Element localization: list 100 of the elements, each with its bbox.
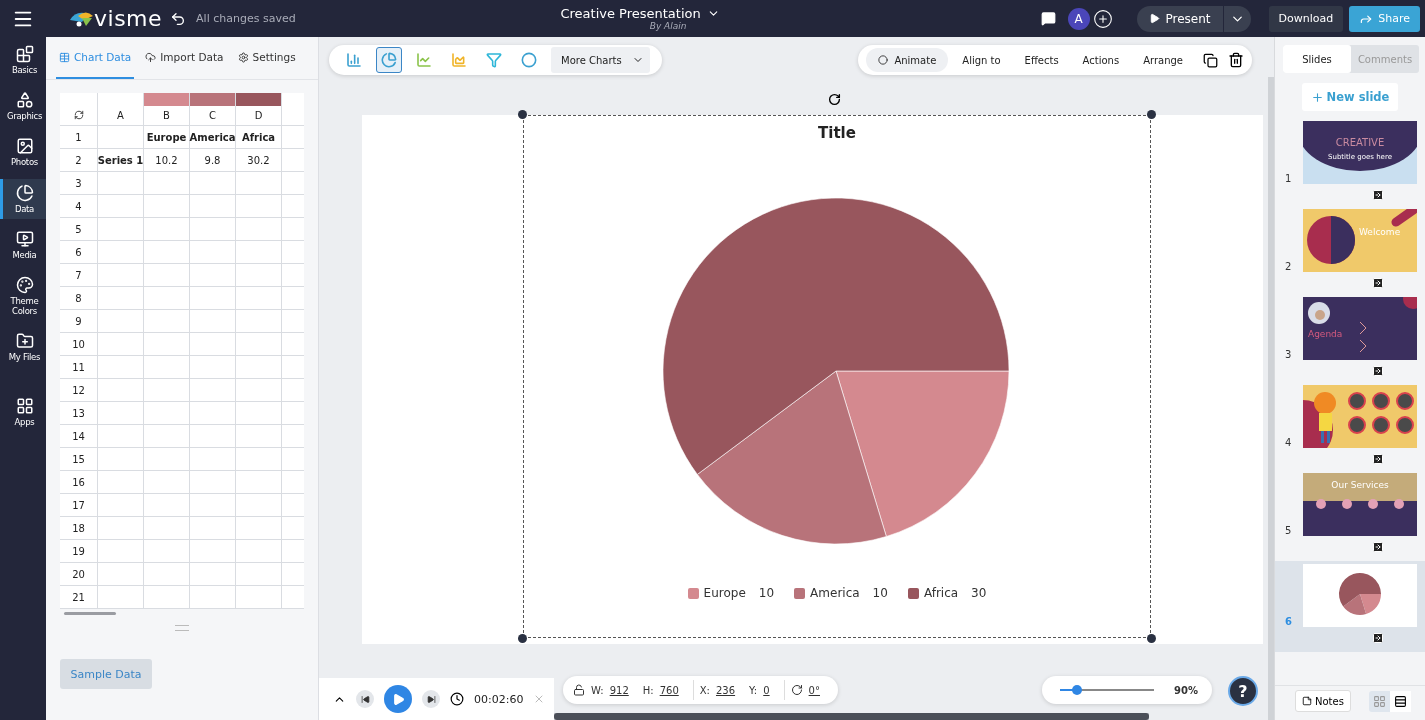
table-cell[interactable] [144, 195, 190, 218]
table-cell[interactable] [236, 494, 282, 517]
table-cell[interactable] [190, 471, 236, 494]
table-cell[interactable] [98, 471, 144, 494]
table-cell[interactable] [98, 563, 144, 586]
panel-tab[interactable]: Settings [234, 37, 299, 79]
table-cell[interactable] [236, 586, 282, 609]
sidebar-item[interactable]: Theme Colors [0, 270, 46, 322]
previous-button[interactable] [356, 690, 374, 708]
table-cell[interactable] [98, 195, 144, 218]
table-cell[interactable] [144, 264, 190, 287]
table-cell[interactable]: 10.2 [144, 149, 190, 172]
resize-handle[interactable] [1147, 634, 1156, 643]
table-cell[interactable] [190, 356, 236, 379]
table-cell[interactable] [144, 356, 190, 379]
zoom-slider-thumb[interactable] [1071, 685, 1082, 695]
table-cell[interactable] [98, 448, 144, 471]
table-cell[interactable] [190, 586, 236, 609]
transition-icon[interactable] [1372, 541, 1384, 553]
resize-handle[interactable] [518, 110, 527, 119]
sidebar-item[interactable]: Apps [0, 391, 46, 432]
table-cell[interactable] [236, 471, 282, 494]
table-cell[interactable] [98, 126, 144, 149]
toolbar-button[interactable]: Actions [1072, 54, 1130, 66]
table-cell[interactable] [190, 448, 236, 471]
table-cell[interactable] [98, 241, 144, 264]
table-cell[interactable]: 30.2 [236, 149, 282, 172]
table-cell[interactable] [144, 402, 190, 425]
rotation-value[interactable]: 0° [808, 684, 820, 696]
chart-type-button[interactable] [376, 47, 402, 73]
sidebar-item[interactable]: Graphics [0, 86, 46, 127]
table-cell[interactable] [98, 264, 144, 287]
help-button[interactable]: ? [1228, 676, 1258, 706]
panel-tab[interactable]: Import Data [142, 37, 227, 79]
toolbar-button[interactable]: Align to [952, 54, 1011, 66]
table-cell[interactable] [236, 379, 282, 402]
table-cell[interactable] [236, 264, 282, 287]
sidebar-item[interactable]: Basics [0, 40, 46, 81]
transition-icon[interactable] [1372, 632, 1384, 644]
table-cell[interactable] [144, 172, 190, 195]
pie-slice[interactable] [662, 198, 1010, 475]
table-cell[interactable] [236, 218, 282, 241]
table-cell[interactable] [190, 517, 236, 540]
table-cell[interactable]: America [190, 126, 236, 149]
download-button[interactable]: Download [1268, 5, 1344, 32]
table-cell[interactable] [144, 287, 190, 310]
table-cell[interactable]: Series 1 [98, 149, 144, 172]
lock-icon[interactable] [573, 684, 585, 696]
table-cell[interactable] [144, 310, 190, 333]
resize-grip[interactable] [175, 625, 189, 631]
table-cell[interactable] [190, 241, 236, 264]
table-cell[interactable] [98, 356, 144, 379]
table-cell[interactable]: Africa [236, 126, 282, 149]
table-cell[interactable] [190, 402, 236, 425]
horizontal-scrollbar[interactable] [554, 713, 1149, 720]
presentation-title[interactable]: Creative Presentation [560, 6, 701, 21]
table-cell[interactable] [98, 379, 144, 402]
duration-text[interactable]: 00:02:60 [474, 692, 524, 706]
comment-button[interactable] [1040, 11, 1056, 26]
table-cell[interactable] [236, 425, 282, 448]
delete-button[interactable] [1228, 52, 1244, 68]
table-cell[interactable] [236, 195, 282, 218]
table-cell[interactable] [236, 448, 282, 471]
table-cell[interactable] [236, 333, 282, 356]
table-cell[interactable] [190, 287, 236, 310]
table-cell[interactable] [98, 218, 144, 241]
table-cell[interactable] [98, 425, 144, 448]
table-cell[interactable] [236, 287, 282, 310]
height-value[interactable]: 760 [659, 684, 679, 696]
table-cell[interactable] [236, 356, 282, 379]
table-cell[interactable] [190, 310, 236, 333]
table-cell[interactable] [236, 540, 282, 563]
notes-button[interactable]: Notes [1295, 690, 1351, 712]
play-button[interactable] [384, 685, 412, 713]
toolbar-button[interactable]: Effects [1014, 54, 1069, 66]
sidebar-item[interactable]: Photos [0, 132, 46, 173]
slide-thumbnail[interactable] [1303, 564, 1417, 627]
sidebar-item[interactable]: Media [0, 224, 46, 265]
table-cell[interactable] [98, 402, 144, 425]
table-cell[interactable] [190, 172, 236, 195]
transition-icon[interactable] [1372, 365, 1384, 377]
table-cell[interactable] [190, 563, 236, 586]
panel-tab[interactable]: Slides [1283, 45, 1351, 73]
width-value[interactable]: 912 [609, 684, 629, 696]
table-cell[interactable] [236, 241, 282, 264]
table-cell[interactable] [144, 333, 190, 356]
table-cell[interactable] [236, 563, 282, 586]
table-cell[interactable] [144, 241, 190, 264]
pie-slice[interactable] [835, 370, 1010, 537]
table-cell[interactable] [144, 425, 190, 448]
undo-button[interactable] [170, 10, 187, 27]
table-cell[interactable] [236, 172, 282, 195]
table-cell[interactable] [236, 310, 282, 333]
resize-handle[interactable] [1147, 110, 1156, 119]
table-cell[interactable] [144, 218, 190, 241]
table-cell[interactable] [190, 494, 236, 517]
animate-button[interactable]: Animate [866, 48, 949, 72]
toolbar-button[interactable]: Arrange [1133, 54, 1193, 66]
table-cell[interactable] [144, 379, 190, 402]
table-cell[interactable] [190, 425, 236, 448]
